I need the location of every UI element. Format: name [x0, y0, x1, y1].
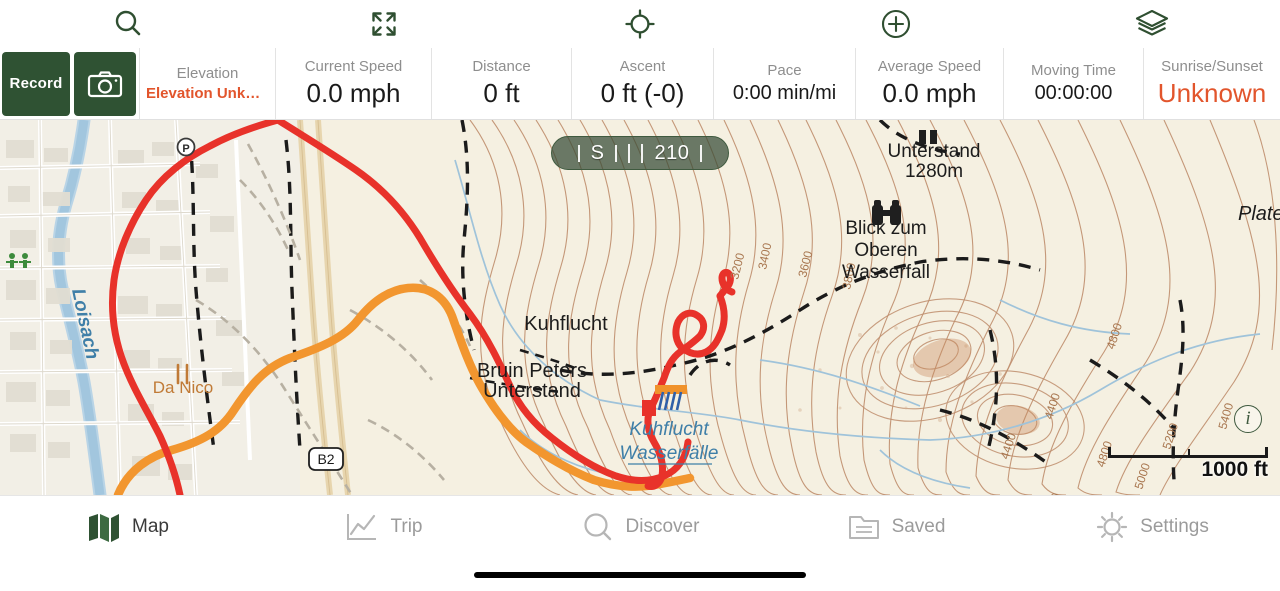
compass-ticks: S 210 [577, 141, 703, 165]
stat-elevation[interactable]: Elevation Elevation Unknown [139, 48, 275, 119]
record-controls: Record [0, 48, 139, 119]
map-label-unterstand: Unterstand [483, 380, 581, 402]
stat-distance[interactable]: Distance 0 ft [431, 48, 571, 119]
parking-marker: P [176, 137, 196, 157]
tab-trip[interactable]: Trip [256, 496, 512, 558]
compass-bar[interactable]: S 210 [551, 136, 729, 170]
map-scalebar: 1000 ft [1108, 446, 1268, 481]
scalebar-label: 1000 ft [1201, 457, 1268, 481]
stat-value: 0 ft (-0) [600, 78, 685, 109]
tab-label: Map [132, 515, 169, 537]
map-label-wasserfall: Wasserfall [842, 262, 930, 283]
map-label-da-nico: Da Nico [153, 378, 213, 397]
tab-label: Trip [390, 515, 423, 537]
bottom-tabbar: Map Trip Discover Saved Settings [0, 495, 1280, 557]
stat-current-speed[interactable]: Current Speed 0.0 mph [275, 48, 431, 119]
stat-ascent[interactable]: Ascent 0 ft (-0) [571, 48, 713, 119]
map-graphic: P B2 3200 3400 3600 3800 4400 4400 4800 … [0, 120, 1280, 495]
stat-average-speed[interactable]: Average Speed 0.0 mph [855, 48, 1003, 119]
stat-label: Moving Time [1030, 61, 1117, 79]
stat-pace[interactable]: Pace 0:00 min/mi [713, 48, 855, 119]
record-button[interactable]: Record [2, 51, 70, 116]
compass-direction: S [590, 141, 605, 164]
layers-icon[interactable] [1024, 0, 1280, 48]
add-icon[interactable] [768, 0, 1024, 48]
stat-label: Average Speed [877, 58, 982, 76]
map-canvas[interactable]: P B2 3200 3400 3600 3800 4400 4400 4800 … [0, 120, 1280, 495]
tab-settings[interactable]: Settings [1024, 496, 1280, 558]
compass-bearing: 210 [654, 141, 690, 164]
tab-label: Discover [625, 515, 700, 537]
tab-saved[interactable]: Saved [768, 496, 1024, 558]
expand-icon[interactable] [256, 0, 512, 48]
compass-tick [615, 144, 618, 162]
stat-value: 0 ft [483, 78, 520, 109]
tab-discover[interactable]: Discover [512, 496, 768, 558]
tab-map[interactable]: Map [0, 496, 256, 558]
stat-label: Pace [767, 61, 802, 79]
chart-icon [347, 513, 377, 540]
map-label-blick-zum: Blick zum [845, 218, 926, 239]
locate-icon[interactable] [512, 0, 768, 48]
stat-sunrise-sunset[interactable]: Sunrise/Sunset Unknown [1143, 48, 1280, 119]
road-shield-b2: B2 [308, 447, 344, 471]
map-label-unterstand2: Unterstand [888, 141, 981, 162]
stat-value: 00:00:00 [1034, 81, 1113, 104]
map-label-kuhflucht-wf2: Wasserfälle [620, 443, 719, 464]
search-icon [583, 512, 611, 540]
home-indicator [474, 572, 806, 578]
svg-text:B2: B2 [317, 451, 334, 467]
camera-icon [87, 70, 123, 97]
map-label-oberen: Oberen [854, 240, 917, 261]
stat-value: 0.0 mph [882, 78, 977, 109]
stat-label: Distance [472, 58, 531, 76]
scalebar-bar [1108, 446, 1268, 458]
top-toolbar [0, 0, 1280, 48]
stats-bar: Record Elevation Elevation Unknown Curre… [0, 48, 1280, 120]
camera-button[interactable] [74, 51, 136, 116]
stat-value: Unknown [1157, 78, 1267, 109]
stat-moving-time[interactable]: Moving Time 00:00:00 [1003, 48, 1143, 119]
map-label-1280m: 1280m [905, 161, 963, 182]
compass-tick [628, 143, 631, 163]
stat-label: Current Speed [304, 58, 403, 76]
folder-icon [848, 515, 879, 539]
stat-label: Sunrise/Sunset [1161, 58, 1263, 76]
app-root: Record Elevation Elevation Unknown Curre… [0, 0, 1280, 591]
stat-value: 0:00 min/mi [732, 81, 837, 104]
stat-label: Elevation [176, 64, 239, 82]
compass-tick [577, 144, 580, 162]
gear-icon [1097, 511, 1128, 542]
map-label-kuhflucht: Kuhflucht [524, 313, 608, 335]
map-label-plate: Plate [1238, 203, 1280, 225]
compass-tick [700, 144, 703, 162]
map-icon [89, 513, 120, 542]
search-icon[interactable] [0, 0, 256, 48]
stat-label: Ascent [619, 58, 666, 76]
tab-label: Settings [1140, 515, 1209, 537]
tab-label: Saved [891, 515, 946, 537]
map-label-bruin-peters: Bruin Peters [477, 360, 587, 382]
compass-tick [641, 143, 644, 163]
map-info-button[interactable]: i [1234, 405, 1262, 433]
stat-value: 0.0 mph [306, 78, 401, 109]
map-label-kuhflucht-wf1: Kuhflucht [629, 419, 709, 440]
svg-text:P: P [182, 143, 189, 155]
stat-value: Elevation Unknown [146, 84, 269, 102]
